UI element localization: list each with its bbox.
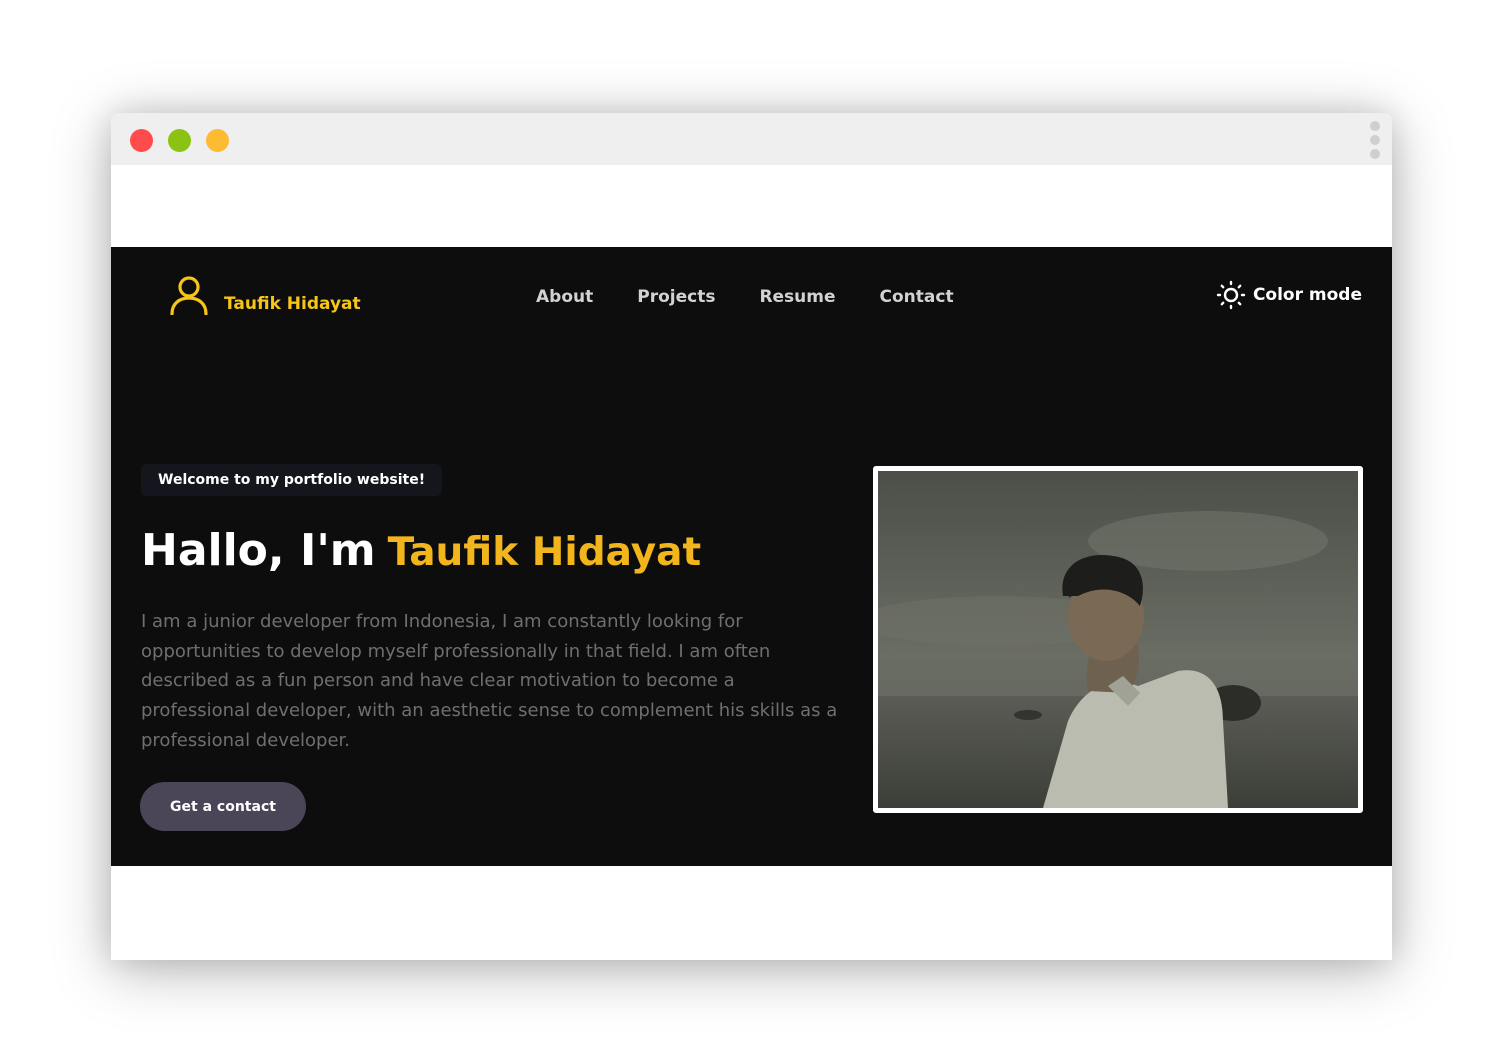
title-bar [111,113,1392,165]
portfolio-page: Taufik Hidayat About Projects Resume Con… [111,247,1392,866]
user-icon [170,276,208,315]
color-mode-label: Color mode [1252,285,1362,305]
maximize-window-button[interactable] [206,129,229,152]
hero-headline: Hallo, I'm Taufik Hidayat [141,525,701,576]
nav-about[interactable]: About [536,287,593,307]
brand-logo[interactable]: Taufik Hidayat [169,275,361,315]
nav-resume[interactable]: Resume [759,287,835,307]
nav-contact[interactable]: Contact [880,287,954,307]
profile-photo-frame [873,466,1363,813]
browser-window: Taufik Hidayat About Projects Resume Con… [111,113,1392,960]
hero-intro: I am a junior developer from Indonesia, … [141,611,838,751]
welcome-badge: Welcome to my portfolio website! [141,464,443,496]
more-options-icon[interactable] [1370,121,1380,159]
hero-greeting: Hallo, I'm [141,525,376,576]
minimize-window-button[interactable] [168,129,191,152]
get-contact-button[interactable]: Get a contact [140,782,306,831]
hero-name: Taufik Hidayat [387,530,702,575]
color-mode-toggle[interactable]: Color mode [1216,280,1362,310]
profile-photo [878,471,1358,808]
brand-name: Taufik Hidayat [224,294,361,314]
close-window-button[interactable] [130,129,153,152]
nav-projects[interactable]: Projects [637,287,715,307]
main-nav: About Projects Resume Contact [536,287,998,307]
sun-icon [1216,280,1246,310]
